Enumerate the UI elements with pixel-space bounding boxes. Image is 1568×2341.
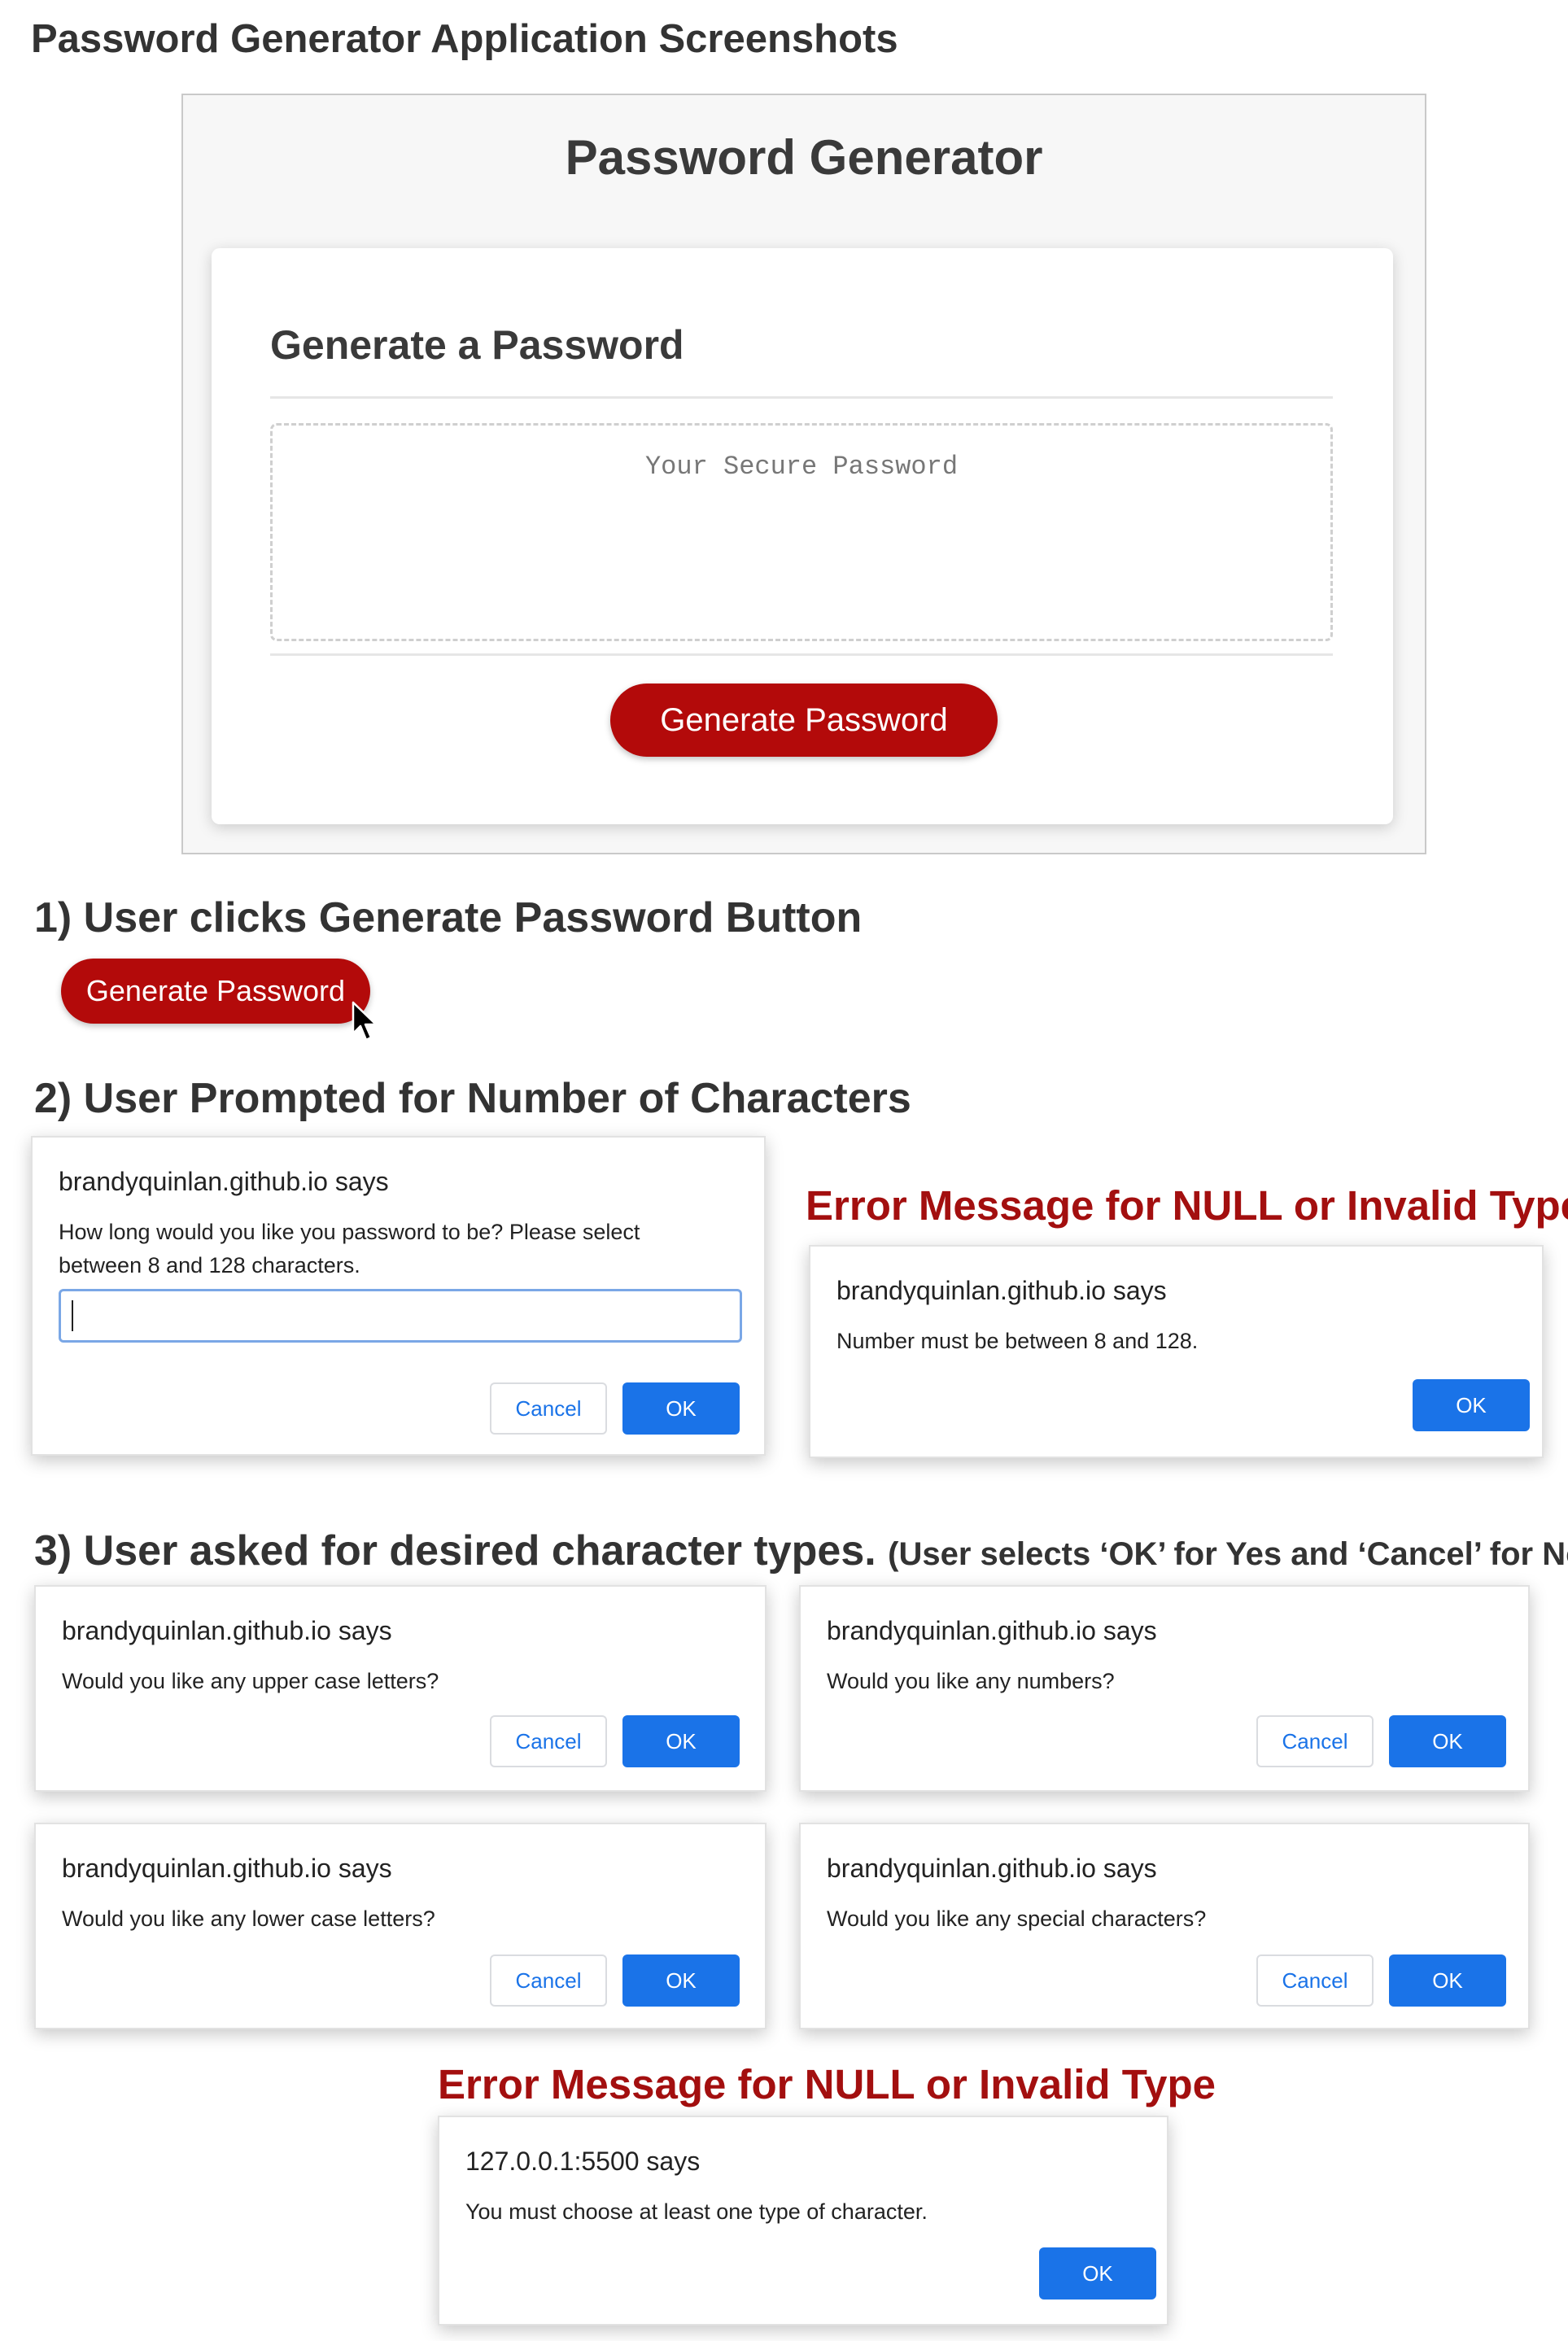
step3-note: (User selects ‘OK’ for Yes and ‘Cancel’ … <box>888 1536 1568 1572</box>
numbers-dialog: brandyquinlan.github.io says Would you l… <box>799 1585 1530 1792</box>
mouse-pointer-icon <box>352 1001 378 1042</box>
lowercase-dialog: brandyquinlan.github.io says Would you l… <box>34 1823 767 2029</box>
password-card: Generate a Password Your Secure Password… <box>212 248 1393 824</box>
length-prompt-dialog: brandyquinlan.github.io says How long wo… <box>31 1136 766 1456</box>
ok-button[interactable]: OK <box>1389 1954 1506 2007</box>
step2-heading: 2) User Prompted for Number of Character… <box>34 1075 911 1122</box>
ok-button[interactable]: OK <box>1413 1379 1530 1431</box>
app-screenshot: Password Generator Generate a Password Y… <box>181 94 1426 854</box>
step1-heading: 1) User clicks Generate Password Button <box>34 894 863 941</box>
dialog-title: brandyquinlan.github.io says <box>827 1854 1157 1883</box>
uppercase-dialog: brandyquinlan.github.io says Would you l… <box>34 1585 767 1792</box>
dialog-message: How long would you like you password to … <box>59 1220 640 1278</box>
dialog-title: brandyquinlan.github.io says <box>836 1276 1167 1305</box>
ok-button[interactable]: OK <box>622 1954 740 2007</box>
generate-password-button[interactable]: Generate Password <box>610 684 998 757</box>
text-caret <box>72 1300 73 1331</box>
password-textarea[interactable]: Your Secure Password <box>270 423 1333 641</box>
dialog-title: brandyquinlan.github.io says <box>59 1167 389 1196</box>
dialog-message: Would you like any lower case letters? <box>62 1906 435 1931</box>
card-divider-bottom <box>270 653 1333 656</box>
types-error-dialog: 127.0.0.1:5500 says You must choose at l… <box>438 2116 1168 2326</box>
dialog-message: Number must be between 8 and 128. <box>836 1329 1199 1353</box>
card-divider-top <box>270 396 1333 399</box>
password-placeholder: Your Secure Password <box>644 452 959 482</box>
ok-button[interactable]: OK <box>622 1382 740 1435</box>
card-heading: Generate a Password <box>270 322 684 368</box>
cancel-button[interactable]: Cancel <box>490 1715 607 1767</box>
dialog-title: brandyquinlan.github.io says <box>62 1854 392 1883</box>
generate-password-button-demo[interactable]: Generate Password <box>61 959 370 1024</box>
dialog-title: 127.0.0.1:5500 says <box>465 2147 701 2176</box>
dialog-message: Would you like any numbers? <box>827 1669 1115 1693</box>
length-error-dialog: brandyquinlan.github.io says Number must… <box>809 1245 1544 1458</box>
ok-button[interactable]: OK <box>622 1715 740 1767</box>
step3-heading: 3) User asked for desired character type… <box>34 1526 1568 1575</box>
cancel-button[interactable]: Cancel <box>1256 1954 1374 2007</box>
length-input[interactable] <box>59 1289 742 1343</box>
error-heading-length: Error Message for NULL or Invalid Type <box>806 1182 1568 1229</box>
cancel-button[interactable]: Cancel <box>490 1382 607 1435</box>
special-characters-dialog: brandyquinlan.github.io says Would you l… <box>799 1823 1530 2029</box>
ok-button[interactable]: OK <box>1389 1715 1506 1767</box>
page-title: Password Generator Application Screensho… <box>31 17 898 61</box>
step3-heading-text: 3) User asked for desired character type… <box>34 1527 876 1574</box>
cancel-button[interactable]: Cancel <box>1256 1715 1374 1767</box>
cancel-button[interactable]: Cancel <box>490 1954 607 2007</box>
dialog-message: Would you like any special characters? <box>827 1906 1207 1931</box>
error-heading-types: Error Message for NULL or Invalid Type <box>438 2061 1216 2107</box>
ok-button[interactable]: OK <box>1039 2247 1156 2300</box>
dialog-title: brandyquinlan.github.io says <box>827 1616 1157 1645</box>
dialog-title: brandyquinlan.github.io says <box>62 1616 392 1645</box>
app-title: Password Generator <box>565 130 1043 185</box>
dialog-message: You must choose at least one type of cha… <box>465 2199 928 2224</box>
dialog-message: Would you like any upper case letters? <box>62 1669 439 1693</box>
